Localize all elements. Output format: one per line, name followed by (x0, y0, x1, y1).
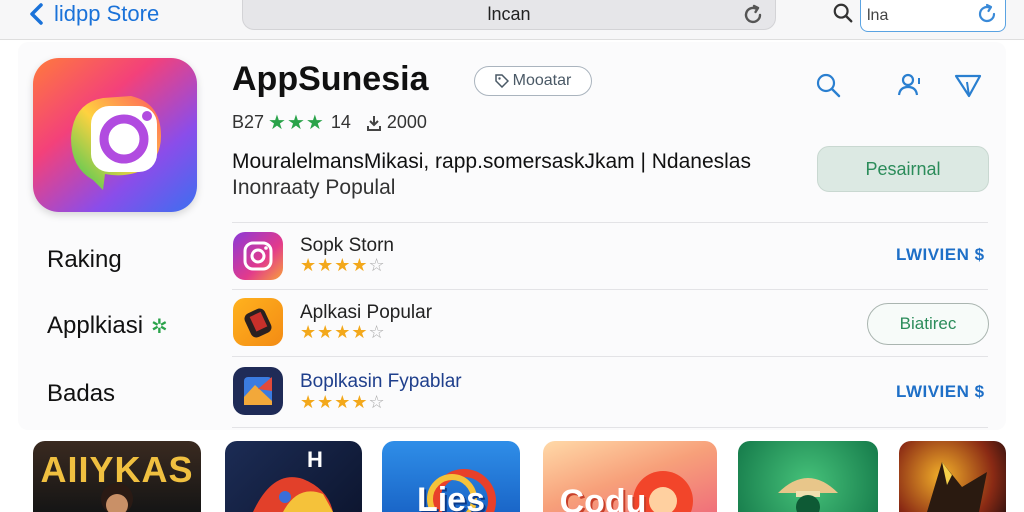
divider (232, 427, 988, 428)
refresh-icon[interactable] (975, 2, 999, 26)
list-item-rating: ★★★★☆ (300, 392, 386, 412)
back-button[interactable]: lidpp Store (26, 0, 159, 28)
tile-label: Lies (416, 481, 486, 512)
app-description: MouralelmansМikasi, rapp.somersaskJkam |… (232, 150, 751, 173)
list-item-icon[interactable] (233, 232, 283, 280)
search-icon[interactable] (813, 70, 843, 100)
sidebar-item-badges[interactable]: Badas (47, 380, 115, 408)
list-item-action[interactable]: LWIVIEN $ (896, 245, 985, 265)
list-item-icon[interactable] (233, 298, 283, 346)
character-icon (778, 478, 838, 512)
sidebar-item-label: Raking (47, 246, 122, 273)
download-icon (366, 115, 381, 131)
list-item-icon[interactable] (233, 367, 283, 415)
featured-tile[interactable]: AIIYKAS (33, 441, 201, 512)
user-add-icon[interactable] (895, 70, 925, 100)
featured-tile[interactable]: Lies (382, 441, 520, 512)
featured-tile[interactable] (738, 441, 878, 512)
chevron-left-icon (30, 3, 43, 25)
divider (232, 356, 988, 357)
list-item-action[interactable]: Biatirec (867, 303, 989, 345)
helmet-icon (927, 462, 987, 512)
sidebar-item-apps[interactable]: Applkiasi ✲ (47, 312, 168, 340)
address-text: lncan (487, 4, 531, 24)
list-item-action[interactable]: LWIVIEN $ (896, 382, 985, 402)
bird-icon (253, 477, 333, 512)
tag-icon (494, 74, 509, 88)
list-item-name[interactable]: Boplkasin Fypablar (300, 371, 462, 393)
photo-icon (244, 377, 272, 405)
share-icon[interactable] (953, 70, 983, 100)
search-field[interactable] (860, 0, 1006, 32)
list-item-name[interactable]: Aplkasi Popular (300, 302, 432, 324)
featured-tile[interactable]: Codu (543, 441, 717, 512)
app-icon (33, 58, 197, 212)
list-item-rating: ★★★★☆ (300, 255, 386, 275)
list-item-rating: ★★★★☆ (300, 322, 386, 342)
search-icon[interactable] (832, 2, 854, 24)
top-bar: lidpp Store lncan (0, 0, 1024, 40)
reload-icon[interactable] (741, 3, 765, 27)
address-bar[interactable]: lncan (242, 0, 776, 30)
featured-tile[interactable]: H (225, 441, 362, 512)
category-pill[interactable]: Mooatar (474, 66, 592, 96)
app-subtitle: Inonraaty Populal (232, 176, 396, 199)
list-item-name[interactable]: Sopk Storn (300, 235, 394, 257)
app-meta: B27 ★★★ 14 2000 (232, 110, 427, 135)
camera-icon (243, 241, 273, 271)
grenade-icon (244, 308, 272, 338)
install-button[interactable]: Pesairnal (817, 146, 989, 192)
character-icon (101, 483, 133, 512)
camera-logo-icon (71, 96, 161, 190)
divider (232, 222, 988, 223)
rating-stars: ★★★ (268, 112, 325, 134)
pill-label: Mooatar (512, 72, 572, 89)
divider (232, 289, 988, 290)
tile-label: Codu (559, 483, 647, 512)
sidebar-item-label: Badas (47, 380, 116, 407)
sparkle-icon: ✲ (151, 315, 168, 338)
sidebar-item-ranking[interactable]: Raking (47, 246, 122, 274)
rating-count: 14 (330, 112, 351, 132)
back-label: lidpp Store (54, 1, 160, 26)
app-title: AppSunesia (232, 60, 429, 98)
download-count: 2000 (386, 112, 427, 132)
sidebar-item-label: Applkiasi (47, 312, 144, 339)
featured-tile[interactable] (899, 441, 1006, 512)
rating-prefix: B27 (232, 112, 265, 132)
search-input[interactable] (867, 6, 967, 25)
